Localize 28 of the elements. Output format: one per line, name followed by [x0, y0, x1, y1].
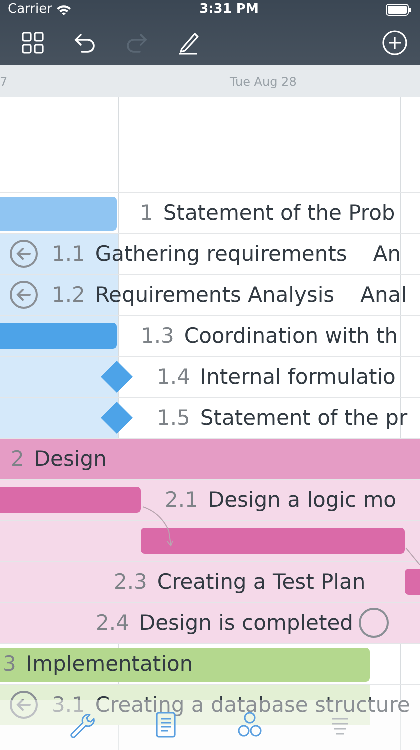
wrench-tab[interactable] — [68, 711, 96, 739]
task-label: 1.3 Coordination with th — [141, 323, 398, 350]
wrench-icon — [68, 711, 96, 739]
task-label: 2 Design — [11, 446, 107, 473]
date-label: Tue Aug 28 — [230, 74, 297, 91]
battery-icon — [386, 4, 412, 16]
dependency-arrow — [142, 506, 174, 547]
task-label: 1.4 Internal formulatio — [157, 364, 396, 391]
task-label: 3.1 Creating a database structure — [52, 692, 410, 719]
carrier-label: Carrier — [8, 1, 52, 20]
task-label: 2.1 Design a logic mo — [165, 487, 397, 514]
task-label: 3 Implementation — [3, 651, 194, 678]
task-label: 2.4 Design is completed — [96, 610, 354, 637]
circles-icon — [236, 711, 264, 739]
task-label: 2.3 Creating a Test Plan — [114, 569, 366, 596]
milestone-circle — [358, 607, 390, 639]
grid-icon — [20, 30, 46, 56]
resource-label: An — [373, 242, 402, 266]
task-title: 1.2 Requirements Analysis — [52, 283, 335, 307]
wifi-icon — [56, 4, 72, 16]
task-title: 1.1 Gathering requirements — [52, 242, 348, 266]
resource-label: Anal — [360, 283, 407, 307]
add-icon — [382, 30, 408, 56]
status-time: 3:31 PM — [200, 1, 259, 20]
circles-tab[interactable] — [236, 711, 264, 739]
task-label: 1.5 Statement of the pr — [157, 405, 408, 432]
task-label: 1 Statement of the Prob — [140, 200, 396, 227]
date-label: 7 — [0, 74, 8, 91]
